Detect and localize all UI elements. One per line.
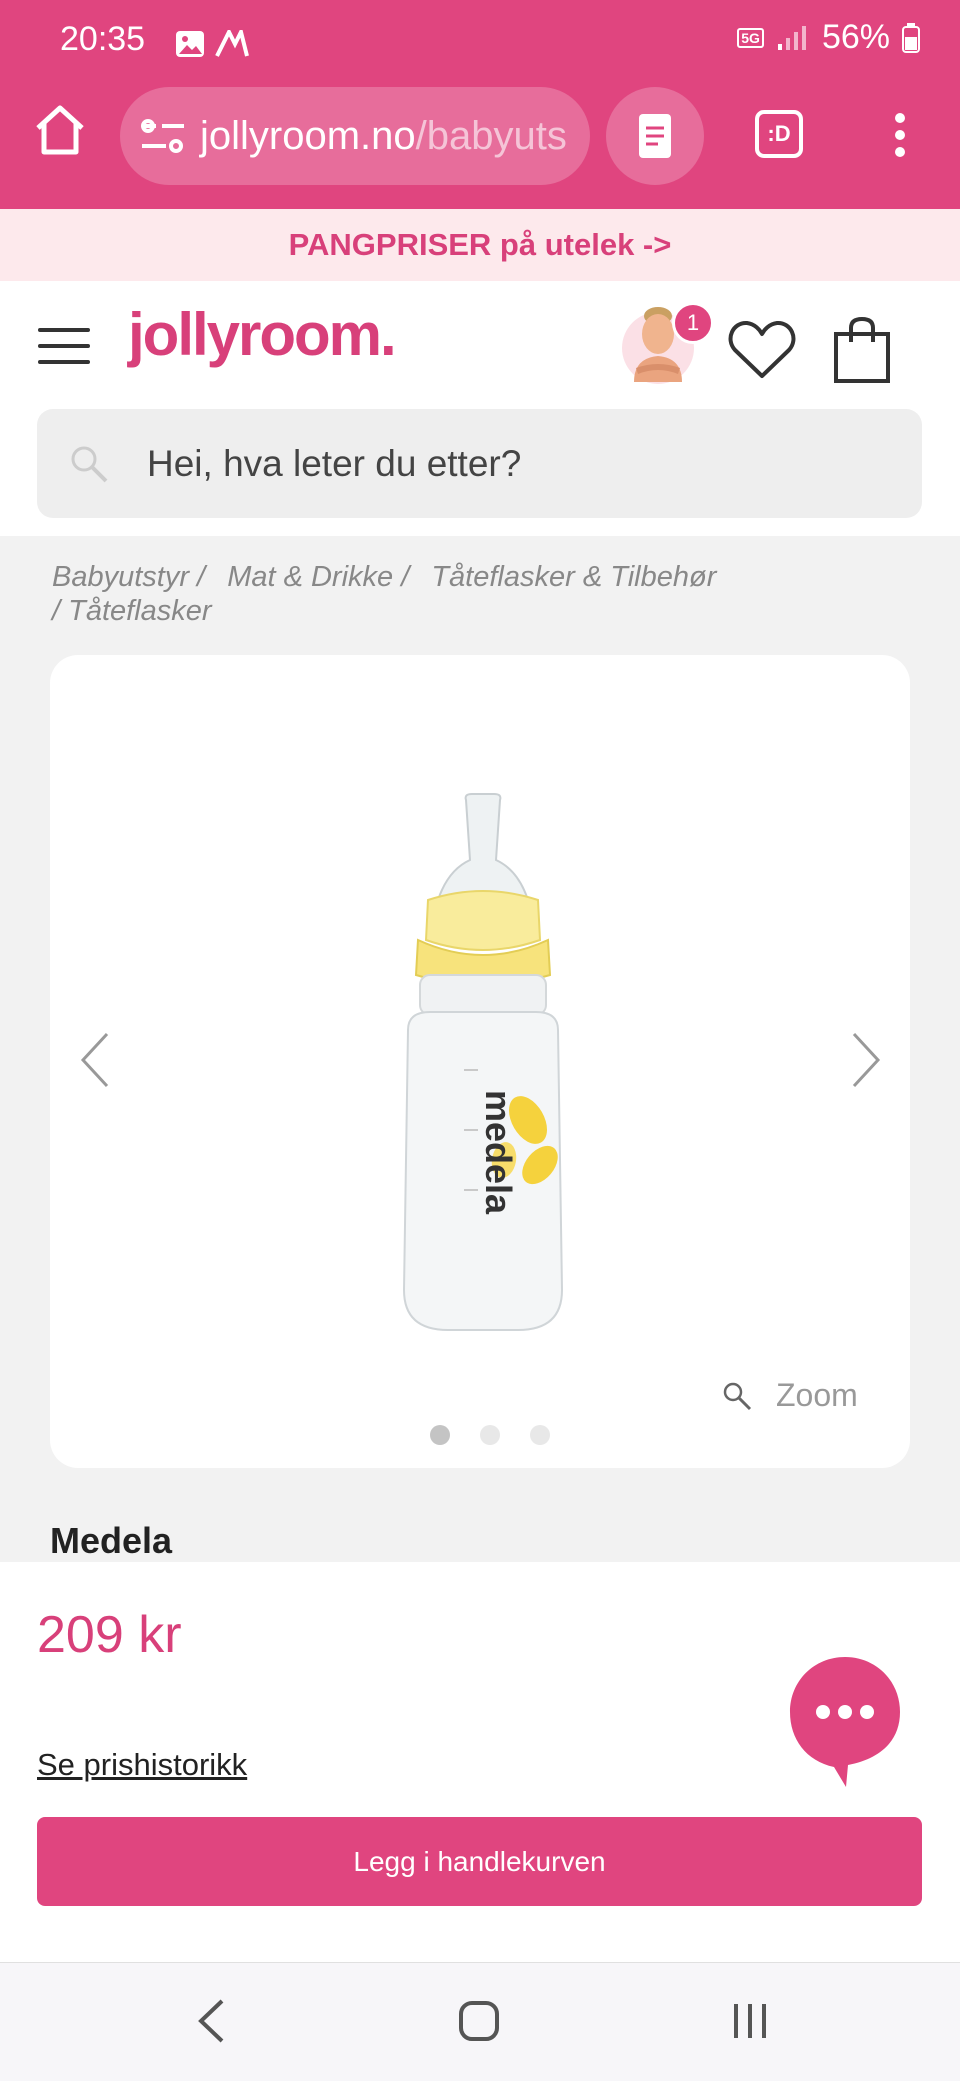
breadcrumb-item-babyutstyr[interactable]: Babyutstyr / xyxy=(52,561,205,593)
search-bar[interactable] xyxy=(37,409,922,518)
price-history-link[interactable]: Se prishistorikk xyxy=(37,1747,247,1783)
status-notification-icons xyxy=(175,24,249,64)
home-icon[interactable] xyxy=(30,100,90,160)
network-badge: 5G xyxy=(737,27,764,48)
magnifier-icon xyxy=(723,1382,752,1410)
hamburger-menu-icon[interactable] xyxy=(38,328,90,364)
home-nav-icon[interactable] xyxy=(458,2000,500,2042)
signal-icon xyxy=(777,25,806,50)
site-settings-icon[interactable] xyxy=(140,116,186,156)
shopping-bag-icon[interactable] xyxy=(833,316,891,384)
url-text: jollyroom.no/babyuts xyxy=(200,114,567,159)
more-options-icon[interactable] xyxy=(880,110,920,160)
breadcrumb-item-tateflasker-tilbehor[interactable]: Tåteflasker & Tilbehør xyxy=(431,561,716,593)
url-path: /babyuts xyxy=(415,113,567,158)
chevron-left-icon[interactable] xyxy=(75,1030,115,1090)
gallery-notification-icon xyxy=(176,31,204,57)
promo-text: PANGPRISER på utelek -> xyxy=(288,227,672,262)
breadcrumb-item-tateflasker[interactable]: / Tåteflasker xyxy=(52,595,212,627)
heart-icon[interactable] xyxy=(727,318,797,382)
url-domain: jollyroom.no xyxy=(200,113,416,158)
gallery-dot-1[interactable] xyxy=(430,1425,450,1445)
document-icon xyxy=(639,114,671,158)
product-price: 209 kr xyxy=(37,1606,182,1664)
zoom-button[interactable]: Zoom xyxy=(722,1377,858,1414)
battery-percent: 56% xyxy=(821,18,890,56)
chat-bubble-icon[interactable] xyxy=(788,1655,902,1789)
gallery-pagination xyxy=(430,1425,550,1445)
zoom-label: Zoom xyxy=(776,1377,858,1413)
breadcrumb-item-mat-drikke[interactable]: Mat & Drikke / xyxy=(227,561,409,593)
address-bar[interactable]: jollyroom.no/babyuts xyxy=(120,87,590,185)
bottle-brand-text: medela xyxy=(478,1090,519,1215)
product-image-baby-bottle[interactable]: medela xyxy=(368,790,598,1340)
status-system-icons: 5G 56% xyxy=(737,18,920,57)
search-icon xyxy=(71,446,108,482)
search-input[interactable] xyxy=(145,441,849,486)
status-time: 20:35 xyxy=(60,20,146,58)
gallery-dot-3[interactable] xyxy=(530,1425,550,1445)
add-to-cart-button[interactable]: Legg i handlekurven xyxy=(37,1817,922,1906)
recent-apps-icon[interactable] xyxy=(730,2002,770,2040)
tabs-button[interactable]: :D xyxy=(755,110,803,158)
chevron-right-icon[interactable] xyxy=(846,1030,886,1090)
reader-mode-button[interactable] xyxy=(606,87,704,185)
gallery-dot-2[interactable] xyxy=(480,1425,500,1445)
product-brand[interactable]: Medela xyxy=(50,1520,172,1562)
battery-icon xyxy=(902,22,920,53)
avatar-badge: 1 xyxy=(672,302,714,344)
breadcrumb: Babyutstyr / Mat & Drikke / Tåteflasker … xyxy=(52,560,912,628)
app-notification-icon xyxy=(215,30,249,57)
site-logo[interactable]: jollyroom. xyxy=(128,300,397,369)
back-icon[interactable] xyxy=(196,1998,226,2044)
promo-banner[interactable]: PANGPRISER på utelek -> xyxy=(0,209,960,281)
